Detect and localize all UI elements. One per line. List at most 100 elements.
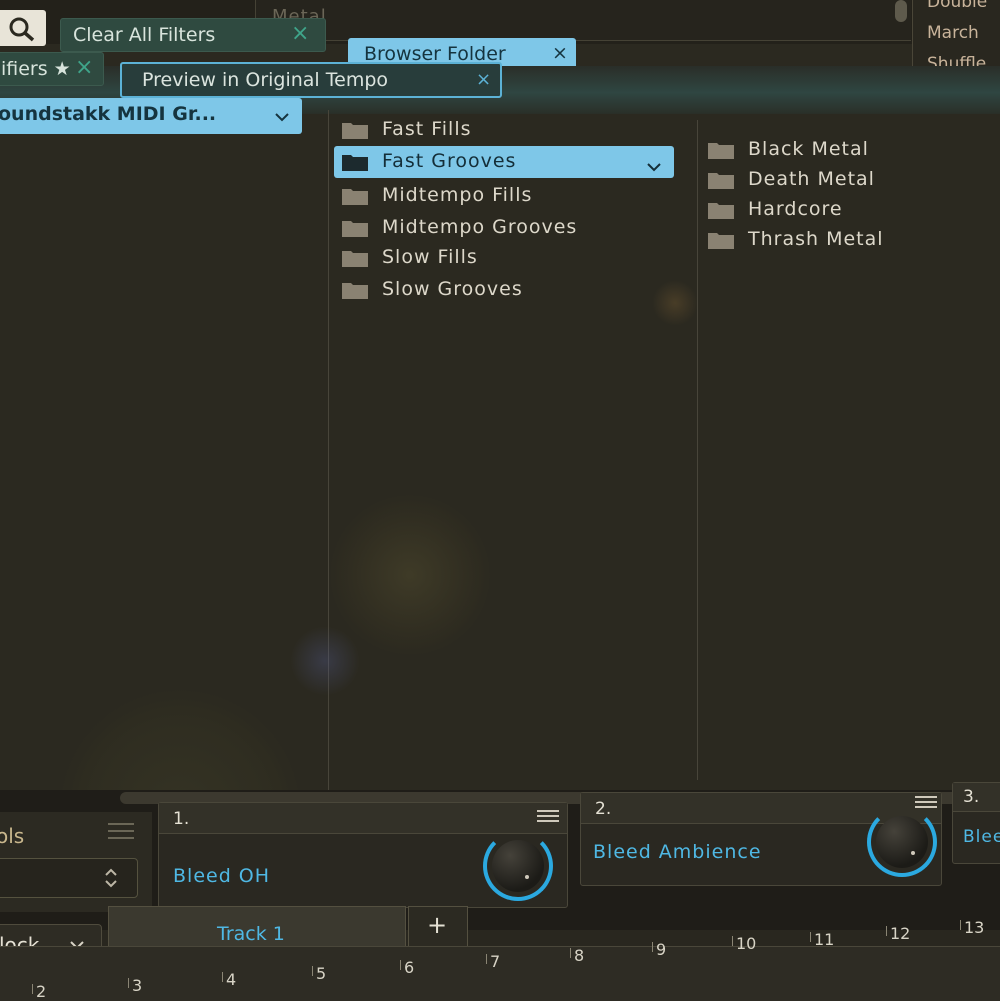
folder-item[interactable]: Slow Fills [334, 242, 674, 274]
folder-icon [708, 173, 734, 189]
ruler-number: 11 [814, 930, 835, 949]
folder-item[interactable]: Midtempo Grooves [334, 212, 674, 244]
knob-indicator [911, 851, 915, 855]
folder-item[interactable]: Thrash Metal [700, 224, 990, 256]
folder-item[interactable]: Black Metal [700, 134, 990, 166]
folder-label: Slow Fills [382, 246, 478, 268]
right-list-item[interactable]: March [927, 23, 979, 43]
slot-number: 3. [963, 787, 980, 807]
folder-item[interactable]: Slow Grooves [334, 274, 674, 306]
folder-item[interactable]: Midtempo Fills [334, 180, 674, 212]
ruler-tick [960, 920, 961, 930]
folder-icon [342, 189, 368, 205]
chevron-down-icon [274, 107, 290, 126]
mixer-slot[interactable]: 2. Bleed Ambience [580, 792, 942, 886]
ruler-number: 9 [656, 940, 667, 959]
slot-number: 2. [595, 799, 612, 819]
top-right-list: Double March Shuffle [912, 0, 1000, 74]
ruler-number: 5 [316, 964, 327, 983]
updown-icon [105, 868, 117, 888]
folder-icon [708, 143, 734, 159]
folder-icon [342, 251, 368, 267]
folder-label: Death Metal [748, 168, 875, 190]
mixer-slot[interactable]: 3. Blee [952, 782, 1000, 864]
folder-item[interactable]: Hardcore [700, 194, 990, 226]
slot-name: Bleed OH [173, 865, 271, 887]
folder-label: Midtempo Fills [382, 184, 533, 206]
library-dropdown[interactable]: oundstakk MIDI Gr... [0, 98, 302, 134]
ruler-tick [810, 932, 811, 942]
folder-label: Midtempo Grooves [382, 216, 578, 238]
controls-label: ols [0, 824, 25, 848]
close-icon[interactable]: × [476, 69, 491, 90]
plus-icon: + [427, 911, 448, 939]
folder-icon [708, 233, 734, 249]
chevron-down-icon[interactable] [646, 157, 662, 176]
ruler-number: 6 [404, 958, 415, 977]
clear-all-filters-label: Clear All Filters [73, 24, 216, 46]
slot-menu-icon[interactable] [915, 795, 937, 809]
knob-indicator [525, 875, 529, 879]
ruler-number: 8 [574, 946, 585, 965]
slot-number: 1. [173, 809, 190, 829]
ruler-tick [570, 948, 571, 958]
ruler-number: 12 [890, 924, 911, 943]
folder-label: Slow Grooves [382, 278, 523, 300]
modifiers-chip[interactable]: ifiers ★ × [0, 52, 104, 86]
lens-flare [330, 495, 490, 655]
ruler-number: 2 [36, 982, 47, 1001]
close-icon[interactable]: × [291, 21, 309, 46]
ruler-number: 4 [226, 970, 237, 989]
ruler-tick [128, 978, 129, 988]
lens-flare [290, 626, 360, 696]
ruler-tick [400, 960, 401, 970]
track-tab-label: Track 1 [217, 923, 285, 945]
add-track-button[interactable]: + [408, 906, 468, 948]
slot-menu-icon[interactable] [537, 809, 559, 823]
library-dropdown-label: oundstakk MIDI Gr... [0, 103, 217, 125]
folder-label: Fast Fills [382, 118, 472, 140]
controls-select[interactable] [0, 858, 138, 898]
volume-knob[interactable] [876, 816, 928, 868]
top-browser-panel [255, 0, 911, 41]
close-icon[interactable]: × [552, 42, 568, 64]
folder-icon [342, 123, 368, 139]
right-list-item[interactable]: Double [927, 0, 987, 12]
folder-icon [708, 203, 734, 219]
modifiers-label: ifiers ★ [1, 58, 71, 80]
ruler-tick [312, 966, 313, 976]
folder-icon [342, 221, 368, 237]
folder-label: Hardcore [748, 198, 843, 220]
search-button[interactable] [0, 10, 46, 46]
slot-name: Bleed Ambience [593, 841, 762, 863]
ruler-number: 3 [132, 976, 143, 995]
preview-original-tempo-chip[interactable]: Preview in Original Tempo × [120, 62, 502, 98]
folder-icon [342, 155, 368, 171]
ruler-tick [486, 954, 487, 964]
ruler-tick [32, 984, 33, 994]
top-scroll-thumb[interactable] [895, 0, 907, 22]
folder-icon [342, 283, 368, 299]
mixer-slot[interactable]: 1. Bleed OH [158, 802, 568, 908]
ruler-number: 7 [490, 952, 501, 971]
menu-icon[interactable] [106, 822, 136, 840]
folder-item-selected[interactable]: Fast Grooves [334, 146, 674, 178]
slot-name: Blee [963, 827, 1000, 847]
folder-label: Thrash Metal [748, 228, 884, 250]
folder-label: Black Metal [748, 138, 869, 160]
close-icon[interactable]: × [75, 55, 93, 80]
folder-item[interactable]: Death Metal [700, 164, 990, 196]
folder-label: Fast Grooves [382, 150, 517, 172]
ruler-tick [732, 936, 733, 946]
volume-knob[interactable] [492, 840, 544, 892]
slot-header [159, 803, 567, 834]
ruler-tick [886, 926, 887, 936]
ruler-tick [222, 972, 223, 982]
folder-item[interactable]: Fast Fills [334, 114, 674, 146]
column-divider [328, 110, 329, 790]
ruler-tick [652, 942, 653, 952]
ruler-number: 13 [964, 918, 985, 937]
preview-original-tempo-label: Preview in Original Tempo [142, 69, 389, 91]
clear-all-filters-button[interactable]: Clear All Filters × [60, 18, 326, 52]
ruler-number: 10 [736, 934, 757, 953]
